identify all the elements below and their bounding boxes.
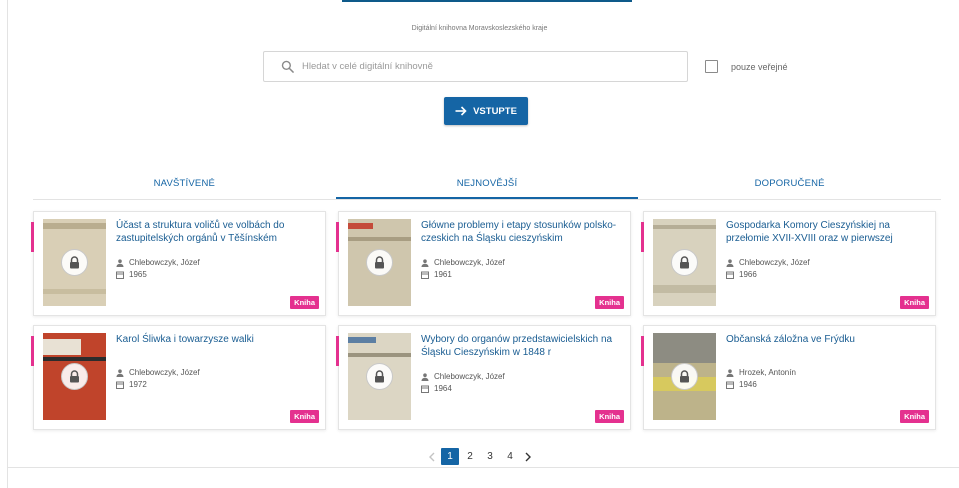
public-only-checkbox[interactable]: pouze veřejné: [705, 60, 788, 73]
lock-icon: [61, 249, 88, 276]
card-accent: [336, 336, 339, 366]
book-year: 1972: [116, 380, 147, 389]
tab-bar: NAVŠTÍVENÉ NEJNOVĚJŠÍ DOPORUČENÉ: [33, 172, 941, 200]
book-card[interactable]: Občanská záložna ve Frýdku Hrozek, Anton…: [641, 325, 936, 430]
author-name: Chlebowczyk, Józef: [739, 258, 810, 267]
book-card[interactable]: Gospodarka Komory Cieszyńskiej na przeło…: [641, 211, 936, 316]
checkbox-box[interactable]: [705, 60, 718, 73]
type-badge: Kniha: [595, 410, 624, 423]
person-icon: [726, 258, 734, 267]
book-cover[interactable]: [348, 333, 411, 420]
lock-icon: [61, 363, 88, 390]
book-cover[interactable]: [43, 219, 106, 306]
book-year: 1965: [116, 270, 147, 279]
card-accent: [31, 222, 34, 252]
page-3[interactable]: 3: [481, 448, 499, 465]
page-1[interactable]: 1: [441, 448, 459, 465]
book-title[interactable]: Účast a struktura voličů ve volbách do z…: [116, 220, 321, 245]
year-value: 1965: [129, 270, 147, 279]
author-name: Chlebowczyk, Józef: [129, 368, 200, 377]
person-icon: [421, 372, 429, 381]
book-author: Chlebowczyk, Józef: [421, 258, 505, 267]
chevron-left-icon[interactable]: [424, 449, 440, 465]
author-name: Chlebowczyk, Józef: [434, 258, 505, 267]
book-title[interactable]: Karol Śliwka i towarzysze walki: [116, 334, 321, 347]
book-author: Chlebowczyk, Józef: [116, 258, 200, 267]
pagination: 1 2 3 4: [424, 448, 536, 465]
book-cover[interactable]: [653, 219, 716, 306]
book-title[interactable]: Główne problemy i etapy stosunków polsko…: [421, 220, 626, 245]
year-value: 1972: [129, 380, 147, 389]
type-badge: Kniha: [595, 296, 624, 309]
book-year: 1964: [421, 384, 452, 393]
book-author: Chlebowczyk, Józef: [421, 372, 505, 381]
year-value: 1961: [434, 270, 452, 279]
person-icon: [116, 258, 124, 267]
book-author: Chlebowczyk, Józef: [116, 368, 200, 377]
search-box[interactable]: [263, 51, 688, 82]
book-card[interactable]: Wybory do organów przedstawicielskich na…: [336, 325, 631, 430]
book-title[interactable]: Wybory do organów przedstawicielskich na…: [421, 334, 626, 359]
book-card[interactable]: Účast a struktura voličů ve volbách do z…: [31, 211, 326, 316]
author-name: Hrozek, Antonín: [739, 368, 796, 377]
book-cover[interactable]: [43, 333, 106, 420]
type-badge: Kniha: [290, 296, 319, 309]
calendar-icon: [726, 271, 734, 279]
lock-icon: [671, 363, 698, 390]
book-author: Hrozek, Antonín: [726, 368, 796, 377]
calendar-icon: [421, 385, 429, 393]
lock-icon: [671, 249, 698, 276]
book-cover[interactable]: [348, 219, 411, 306]
book-year: 1961: [421, 270, 452, 279]
person-icon: [116, 368, 124, 377]
year-value: 1964: [434, 384, 452, 393]
calendar-icon: [421, 271, 429, 279]
book-year: 1946: [726, 380, 757, 389]
book-title[interactable]: Občanská záložna ve Frýdku: [726, 334, 931, 347]
calendar-icon: [116, 271, 124, 279]
page-2[interactable]: 2: [461, 448, 479, 465]
card-accent: [336, 222, 339, 252]
calendar-icon: [116, 381, 124, 389]
type-badge: Kniha: [900, 296, 929, 309]
top-accent-bar: [342, 0, 632, 2]
book-year: 1966: [726, 270, 757, 279]
search-input[interactable]: [302, 61, 662, 72]
card-accent: [641, 222, 644, 252]
book-author: Chlebowczyk, Józef: [726, 258, 810, 267]
book-cover[interactable]: [653, 333, 716, 420]
page-4[interactable]: 4: [501, 448, 519, 465]
tab-recommended[interactable]: DOPORUČENÉ: [638, 172, 941, 199]
type-badge: Kniha: [900, 410, 929, 423]
author-name: Chlebowczyk, Józef: [434, 372, 505, 381]
book-card[interactable]: Główne problemy i etapy stosunków polsko…: [336, 211, 631, 316]
enter-button-label: VSTUPTE: [473, 105, 517, 117]
enter-button[interactable]: VSTUPTE: [444, 97, 528, 125]
author-name: Chlebowczyk, Józef: [129, 258, 200, 267]
lock-icon: [366, 363, 393, 390]
arrow-right-icon: [455, 106, 467, 116]
book-title[interactable]: Gospodarka Komory Cieszyńskiej na przeło…: [726, 220, 931, 245]
year-value: 1966: [739, 270, 757, 279]
footer-divider: [8, 467, 959, 468]
card-accent: [641, 336, 644, 366]
book-card[interactable]: Karol Śliwka i towarzysze walki Chlebowc…: [31, 325, 326, 430]
card-accent: [31, 336, 34, 366]
type-badge: Kniha: [290, 410, 319, 423]
year-value: 1946: [739, 380, 757, 389]
lock-icon: [366, 249, 393, 276]
tab-visited[interactable]: NAVŠTÍVENÉ: [33, 172, 336, 199]
person-icon: [421, 258, 429, 267]
library-subtitle: Digitální knihovna Moravskoslezského kra…: [411, 25, 548, 32]
person-icon: [726, 368, 734, 377]
tab-newest[interactable]: NEJNOVĚJŠÍ: [335, 172, 639, 199]
calendar-icon: [726, 381, 734, 389]
chevron-right-icon[interactable]: [520, 449, 536, 465]
search-icon[interactable]: [272, 52, 302, 81]
public-only-label: pouze veřejné: [731, 61, 788, 72]
